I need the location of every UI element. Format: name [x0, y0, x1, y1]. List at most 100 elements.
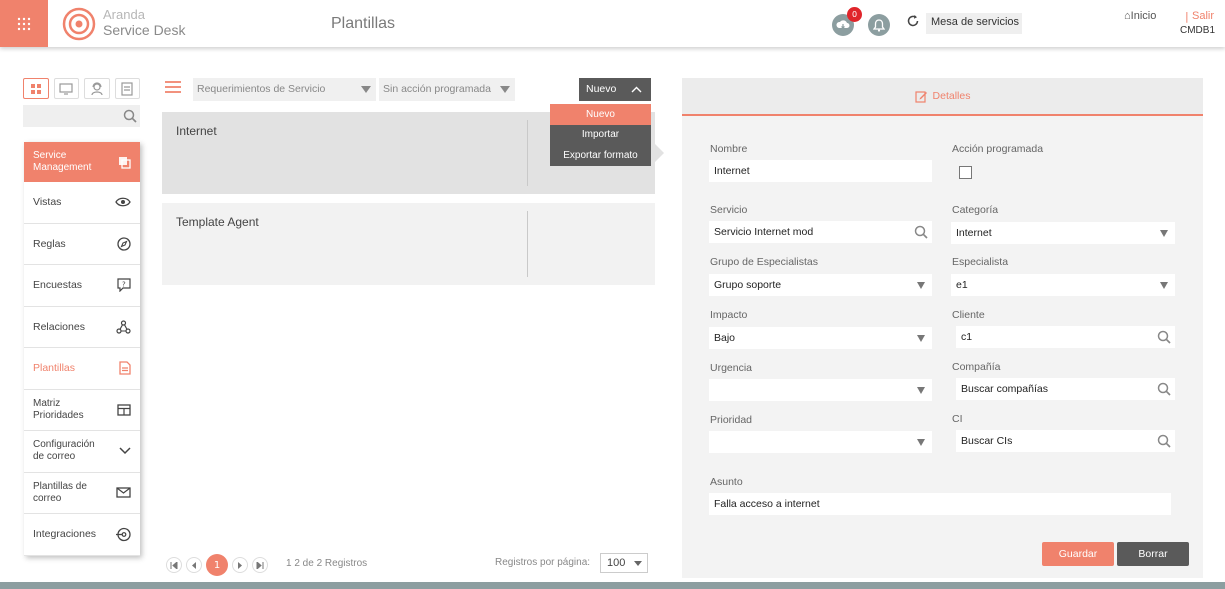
first-page-button[interactable]: [166, 557, 182, 573]
caret-down-icon: [917, 439, 925, 446]
sidebar-item-reglas[interactable]: Reglas: [24, 224, 140, 265]
filter-type-value: Requerimientos de Servicio: [197, 83, 326, 95]
sidebar-item-encuestas[interactable]: Encuestas ?: [24, 265, 140, 307]
template-card-title: Template Agent: [176, 215, 259, 229]
hamburger-menu-icon[interactable]: [164, 80, 182, 94]
servicio-field[interactable]: Servicio Internet mod: [709, 221, 932, 243]
categoria-select[interactable]: Internet: [951, 222, 1175, 244]
caret-down-icon: [1160, 282, 1168, 289]
accion-programada-checkbox[interactable]: [959, 166, 972, 179]
sidebar-item-label: Integraciones: [33, 528, 97, 541]
sidebar-item-config-correo[interactable]: Configuración de correo: [24, 431, 140, 473]
card-divider: [527, 211, 528, 277]
sidebar-item-label: Configuración de correo: [33, 439, 95, 463]
last-page-icon: [256, 561, 264, 569]
asunto-field[interactable]: Falla acceso a internet: [709, 493, 1171, 515]
sidebar-item-label: Encuestas: [33, 279, 83, 292]
ci-field[interactable]: Buscar CIs: [956, 430, 1175, 452]
apps-grid-button[interactable]: [0, 0, 48, 47]
home-link[interactable]: ⌂Inicio: [1124, 10, 1156, 22]
footer-bar: [0, 582, 1225, 589]
last-page-button[interactable]: [252, 557, 268, 573]
edit-icon: [914, 90, 927, 103]
tab-modules[interactable]: [23, 78, 49, 99]
caret-down-icon: [500, 86, 510, 93]
grid-icon: [17, 17, 31, 30]
nombre-field[interactable]: Internet: [709, 160, 932, 182]
caret-down-icon: [361, 86, 371, 93]
sidebar-item-plantillas[interactable]: Plantillas: [24, 348, 140, 390]
sidebar-header-service-management[interactable]: Service Management: [24, 142, 140, 182]
caret-down-icon: [634, 561, 642, 566]
copy-icon: [119, 156, 131, 169]
per-page-value: 100: [607, 557, 626, 569]
cliente-field[interactable]: c1: [956, 326, 1175, 348]
grupo-especialistas-select[interactable]: Grupo soporte: [709, 274, 932, 296]
card-divider: [527, 120, 528, 186]
per-page-select[interactable]: 100: [600, 553, 648, 573]
delete-button[interactable]: Borrar: [1117, 542, 1189, 566]
sidebar-item-label: Vistas: [33, 196, 62, 209]
sidebar-item-integraciones[interactable]: Integraciones: [24, 514, 140, 556]
ci-value: Buscar CIs: [961, 435, 1013, 447]
search-icon: [1157, 330, 1171, 344]
header-separator: |: [1185, 10, 1189, 23]
prev-page-icon: [192, 561, 196, 569]
sidebar-search-input[interactable]: [23, 105, 140, 127]
new-button[interactable]: Nuevo: [579, 78, 651, 101]
urgencia-label: Urgencia: [710, 362, 753, 374]
menu-item-nuevo[interactable]: Nuevo: [550, 104, 651, 125]
sidebar-item-matriz[interactable]: Matriz Prioridades: [24, 390, 140, 431]
urgencia-select[interactable]: [709, 379, 932, 401]
tab-agents[interactable]: [84, 78, 110, 99]
sidebar-item-label: Plantillas: [33, 362, 76, 375]
sidebar: [23, 78, 140, 127]
compania-field[interactable]: Buscar compañías: [956, 378, 1175, 400]
compania-label: Compañía: [952, 361, 1001, 373]
bell-icon[interactable]: [868, 14, 890, 36]
sidebar-item-label: Plantillas de correo: [33, 480, 87, 504]
filter-action-dropdown[interactable]: Sin acción programada: [379, 78, 515, 101]
prev-page-button[interactable]: [186, 557, 202, 573]
grid-small-icon: [30, 83, 41, 94]
integration-icon: [116, 527, 131, 541]
search-icon: [914, 225, 928, 239]
menu-item-importar[interactable]: Importar: [550, 125, 651, 146]
sidebar-item-label: Matriz Prioridades: [33, 397, 84, 421]
save-button[interactable]: Guardar: [1042, 542, 1114, 566]
sidebar-item-plantillas-correo[interactable]: Plantillas de correo: [24, 473, 140, 514]
impacto-select[interactable]: Bajo: [709, 327, 932, 349]
sidebar-tabs: [23, 78, 140, 99]
refresh-icon[interactable]: [906, 14, 920, 28]
new-dropdown-menu: Nuevo Importar Exportar formato: [550, 104, 651, 166]
cliente-label: Cliente: [952, 309, 985, 321]
current-page-button[interactable]: 1: [206, 554, 228, 576]
page-title: Plantillas: [331, 15, 396, 32]
first-page-icon: [170, 561, 178, 569]
tab-devices[interactable]: [53, 78, 79, 99]
sidebar-item-vistas[interactable]: Vistas: [24, 182, 140, 224]
impacto-label: Impacto: [710, 309, 748, 321]
especialista-select[interactable]: e1: [951, 274, 1175, 296]
filter-type-dropdown[interactable]: Requerimientos de Servicio: [193, 78, 376, 101]
tab-reports[interactable]: [114, 78, 140, 99]
prioridad-label: Prioridad: [710, 414, 753, 426]
project-select[interactable]: Mesa de servicios: [926, 13, 1022, 34]
template-card-agent[interactable]: Template Agent: [162, 203, 655, 285]
caret-down-icon: [917, 335, 925, 342]
nombre-label: Nombre: [710, 143, 748, 155]
eye-icon: [115, 197, 131, 207]
logout-link[interactable]: Salir: [1192, 10, 1214, 22]
sidebar-item-label: Relaciones: [33, 320, 85, 333]
next-page-button[interactable]: [232, 557, 248, 573]
prioridad-select[interactable]: [709, 431, 932, 453]
tab-detalles[interactable]: Detalles: [682, 78, 1203, 116]
report-icon: [121, 81, 133, 96]
servicio-value: Servicio Internet mod: [714, 226, 814, 238]
sidebar-item-relaciones[interactable]: Relaciones: [24, 307, 140, 348]
menu-item-exportar-formato[interactable]: Exportar formato: [550, 145, 651, 166]
chevron-down-icon: [119, 447, 131, 455]
home-icon: ⌂: [1124, 10, 1131, 22]
grupo-especialistas-label: Grupo de Especialistas: [710, 256, 818, 268]
impacto-value: Bajo: [714, 332, 736, 344]
